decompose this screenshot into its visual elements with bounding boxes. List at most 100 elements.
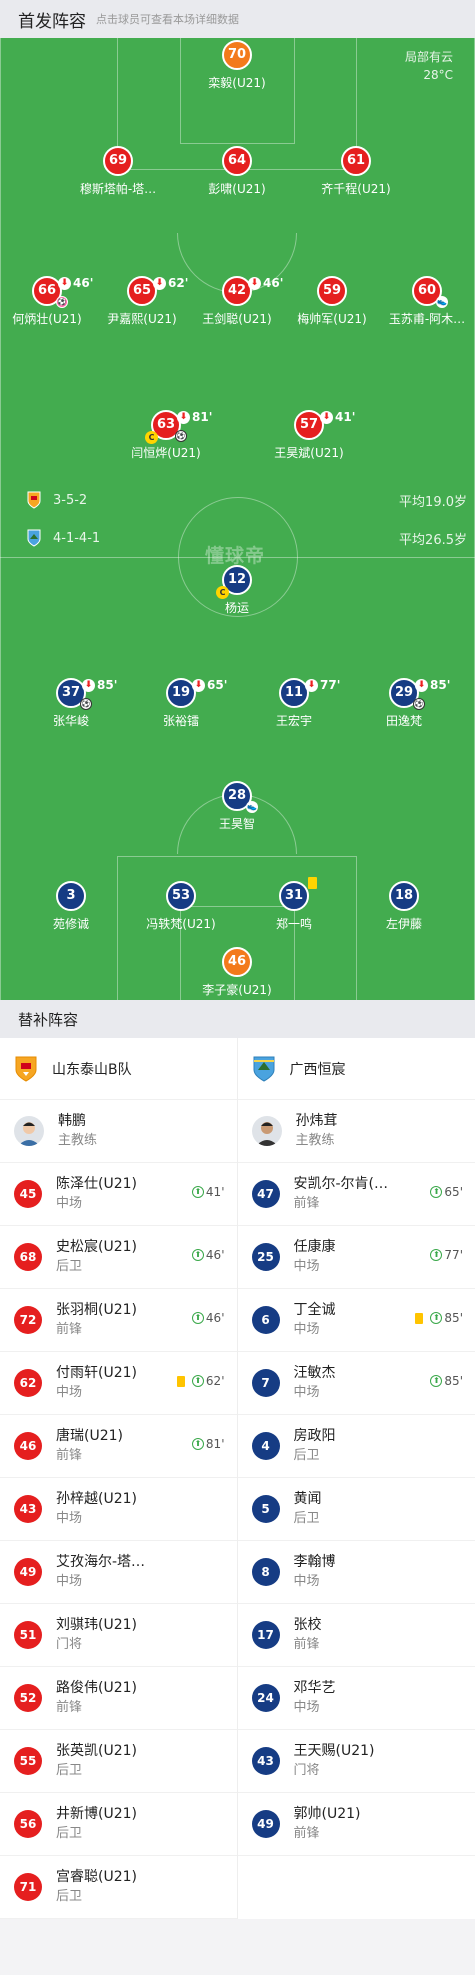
away-player-28[interactable]: 28 👟 王昊智 — [172, 781, 302, 832]
sub-player-row[interactable]: 17 张校 前锋 — [237, 1604, 475, 1667]
home-player-70[interactable]: 70 栾毅(U21) — [172, 40, 302, 91]
sub-player-row[interactable]: 25 任康康 中场 ⬆ 77' — [237, 1226, 475, 1289]
sub-player-row[interactable]: 55 张英凯(U21) 后卫 — [0, 1730, 237, 1793]
player-name: 张羽桐(U21) — [56, 1302, 137, 1318]
player-number: 62 — [14, 1369, 42, 1397]
player-number: 59 — [317, 276, 347, 306]
player-position: 中场 — [293, 1574, 320, 1589]
sub-player-row[interactable]: 51 刘骐玮(U21) 门将 — [0, 1604, 237, 1667]
player-number: 64 — [222, 146, 252, 176]
player-name: 邓华艺 — [293, 1680, 336, 1696]
player-position: 后卫 — [56, 1826, 83, 1841]
sub-player-row[interactable]: 49 郭帅(U21) 前锋 — [237, 1793, 475, 1856]
sub-player-row[interactable]: 52 路俊伟(U21) 前锋 — [0, 1667, 237, 1730]
weather-info: 局部有云 28°C — [405, 48, 453, 84]
sub-off-icon: ⬇ — [320, 411, 333, 424]
sub-player-row[interactable]: 4 房政阳 后卫 — [237, 1415, 475, 1478]
sub-player-row[interactable]: 68 史松宸(U21) 后卫 ⬆ 46' — [0, 1226, 237, 1289]
player-position: 前锋 — [293, 1637, 320, 1652]
sub-off-icon: ⬇ — [192, 679, 205, 692]
player-number: 47 — [251, 1180, 280, 1208]
sub-player-row[interactable]: 62 付雨轩(U21) 中场 ⬆ 62' — [0, 1352, 237, 1415]
coach-role: 主教练 — [58, 1133, 98, 1148]
right-team-row[interactable]: 广西恒宸 — [237, 1038, 475, 1100]
player-name: 栾毅(U21) — [208, 76, 266, 90]
sub-event: ⬆ 65' — [430, 1185, 463, 1199]
sub-player-row[interactable]: 47 安凯尔-尔肯(… 前锋 ⬆ 65' — [237, 1163, 475, 1226]
player-position: 前锋 — [56, 1448, 83, 1463]
player-name: 任康康 — [293, 1239, 336, 1255]
player-position: 中场 — [293, 1385, 320, 1400]
sub-player-row[interactable]: 43 孙梓越(U21) 中场 — [0, 1478, 237, 1541]
player-position: 门将 — [293, 1763, 320, 1778]
player-number: 69 — [103, 146, 133, 176]
away-player-29[interactable]: 29 ⬇ 85' ⚽ 田逸梵 — [339, 678, 469, 729]
sub-player-row[interactable]: 43 王天赐(U21) 门将 — [237, 1730, 475, 1793]
home-formation: 3-5-2 — [53, 492, 88, 508]
home-player-69[interactable]: 69 穆斯塔帕-塔… — [53, 146, 183, 197]
sub-event: ⬆ 41' — [191, 1185, 225, 1199]
sub-on-icon: ⬆ — [191, 1438, 204, 1450]
player-number: 43 — [14, 1495, 42, 1523]
sub-on-minute: 81' — [205, 1437, 225, 1451]
player-number: 5 — [251, 1495, 280, 1523]
player-number: 12 C — [216, 565, 252, 599]
right-coach-row[interactable]: 孙炜茸 主教练 — [237, 1100, 475, 1163]
player-position: 前锋 — [293, 1826, 320, 1841]
player-position: 后卫 — [56, 1763, 83, 1778]
away-player-46[interactable]: 46 李子豪(U21) — [172, 947, 302, 998]
home-player-57[interactable]: 57 ⬇ 41' 王昊斌(U21) — [244, 410, 374, 461]
sub-player-row[interactable]: 8 李翰博 中场 — [237, 1541, 475, 1604]
player-number: 29 ⬇ 85' ⚽ — [389, 678, 450, 710]
home-player-63[interactable]: 63 ⬇ 81' C ⚽ 闫恒烨(U21) — [101, 410, 231, 461]
away-player-53[interactable]: 53 冯轶梵(U21) — [116, 881, 246, 932]
sub-player-row[interactable]: 6 丁全诚 中场 ⬆ 85' — [237, 1289, 475, 1352]
sub-off-marker: ⬇ 65' — [192, 672, 227, 698]
player-number: 45 — [14, 1180, 42, 1208]
sub-player-row[interactable]: 24 邓华艺 中场 — [237, 1667, 475, 1730]
sub-player-row[interactable]: 71 宫睿聪(U21) 后卫 — [0, 1856, 237, 1919]
player-number: 51 — [14, 1621, 42, 1649]
player-name: 艾孜海尔-塔… — [56, 1554, 146, 1570]
away-player-18[interactable]: 18 左伊藤 — [339, 881, 469, 932]
yellow-card-icon — [176, 1375, 185, 1387]
sub-player-row[interactable]: 49 艾孜海尔-塔… 中场 — [0, 1541, 237, 1604]
watermark: 懂球帝 — [205, 545, 266, 567]
yellow-card-icon — [415, 1312, 424, 1324]
sub-off-icon: ⬇ — [248, 277, 261, 290]
player-number: 63 ⬇ 81' C ⚽ — [145, 410, 212, 444]
away-player-12[interactable]: 12 C 杨运 — [172, 565, 302, 616]
guangxi-hengchen-logo-icon — [27, 529, 41, 547]
sub-player-row[interactable]: 5 黄闻 后卫 — [237, 1478, 475, 1541]
sub-player-row[interactable]: 45 陈泽仕(U21) 中场 ⬆ 41' — [0, 1163, 237, 1226]
home-player-64[interactable]: 64 彭啸(U21) — [172, 146, 302, 197]
left-coach-row[interactable]: 韩鹏 主教练 — [0, 1100, 237, 1163]
player-number: 61 — [341, 146, 371, 176]
assist-boot-icon: 👟 — [436, 296, 448, 308]
player-name: 汪敏杰 — [293, 1365, 336, 1381]
player-number: 49 — [251, 1810, 280, 1838]
player-number: 66 ⬇ 46' ⚽ — [32, 276, 93, 308]
shandong-taishan-logo-icon — [27, 491, 41, 509]
sub-player-row[interactable]: 56 井新博(U21) 后卫 — [0, 1793, 237, 1856]
home-player-61[interactable]: 61 齐千程(U21) — [291, 146, 421, 197]
sub-player-row[interactable]: 7 汪敏杰 中场 ⬆ 85' — [237, 1352, 475, 1415]
sub-player-row[interactable]: 46 唐瑞(U21) 前锋 ⬆ 81' — [0, 1415, 237, 1478]
sub-player-row[interactable]: 72 张羽桐(U21) 前锋 ⬆ 46' — [0, 1289, 237, 1352]
home-player-60[interactable]: 60 👟 玉苏甫-阿木… — [362, 276, 475, 327]
sub-off-marker: ⬇ 81' — [177, 404, 212, 430]
player-name: 杨运 — [224, 601, 249, 615]
player-number: 65 ⬇ 62' — [127, 276, 188, 306]
away-player-19[interactable]: 19 ⬇ 65' 张裕镭 — [116, 678, 246, 729]
player-number: 42 ⬇ 46' — [222, 276, 283, 306]
player-number: 57 ⬇ 41' — [294, 410, 355, 440]
player-name: 付雨轩(U21) — [56, 1365, 137, 1381]
lineup-title: 首发阵容 — [18, 11, 86, 32]
bottom-spacer — [0, 1919, 475, 1975]
away-formation: 4-1-4-1 — [53, 530, 101, 546]
player-number: 49 — [14, 1558, 42, 1586]
player-name: 陈泽仕(U21) — [56, 1176, 137, 1192]
player-name: 房政阳 — [293, 1428, 336, 1444]
player-number: 72 — [14, 1306, 42, 1334]
left-team-row[interactable]: 山东泰山B队 — [0, 1038, 237, 1100]
